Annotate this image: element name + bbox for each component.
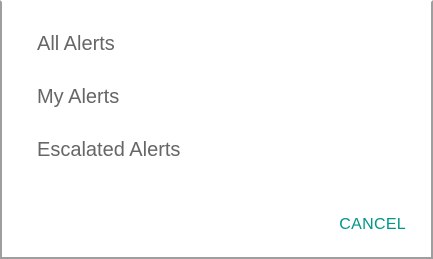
dialog-actions: CANCEL <box>339 210 406 240</box>
cancel-button[interactable]: CANCEL <box>339 212 406 238</box>
option-my-alerts[interactable]: My Alerts <box>2 71 431 124</box>
alert-filter-options: All Alerts My Alerts Escalated Alerts <box>2 18 431 177</box>
alert-filter-dialog: All Alerts My Alerts Escalated Alerts CA… <box>0 0 433 259</box>
option-all-alerts[interactable]: All Alerts <box>2 18 431 71</box>
option-escalated-alerts[interactable]: Escalated Alerts <box>2 124 431 177</box>
